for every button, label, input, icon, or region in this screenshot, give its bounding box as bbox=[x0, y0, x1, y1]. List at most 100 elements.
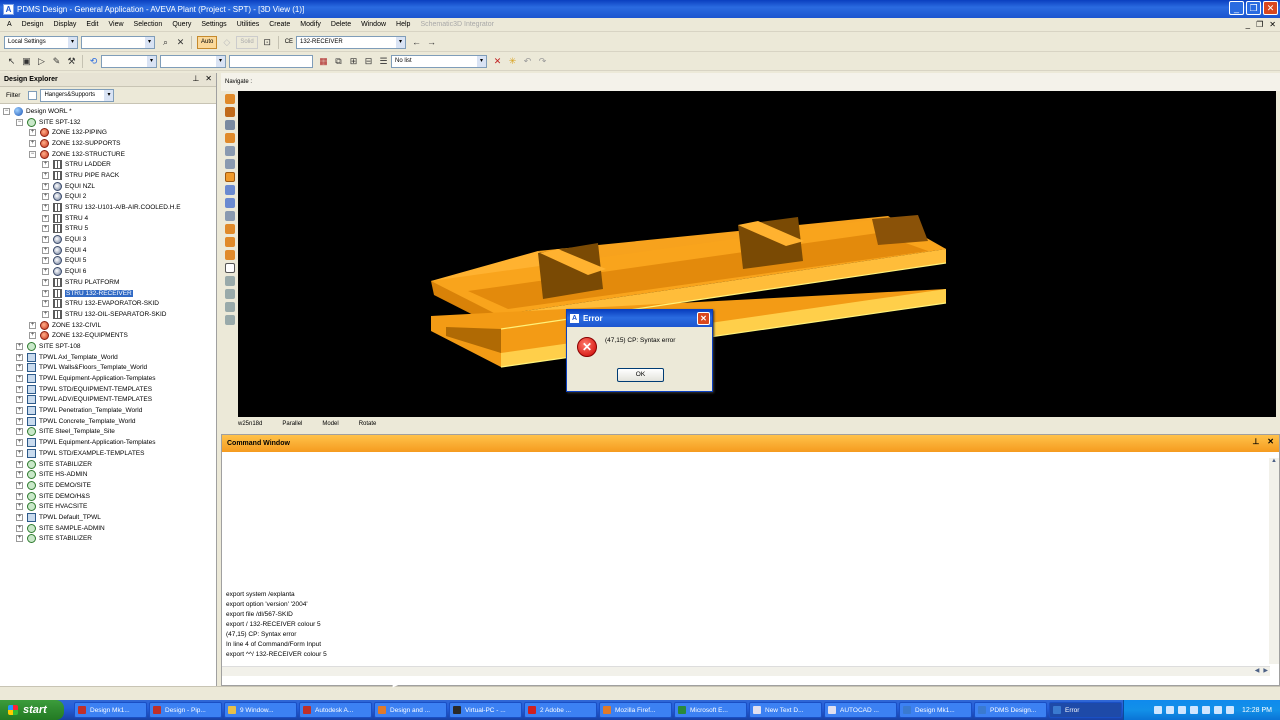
tray-icon[interactable] bbox=[1154, 706, 1163, 714]
expand-toggle-icon[interactable]: + bbox=[42, 289, 49, 297]
tree-node[interactable]: + ZONE 132-SUPPORTS bbox=[0, 138, 216, 149]
auto-toggle[interactable]: Auto bbox=[197, 35, 218, 49]
tree-node[interactable]: + SITE SPT-108 bbox=[0, 341, 216, 352]
menu-selection[interactable]: Selection bbox=[129, 21, 168, 28]
zoom-fit-icon[interactable]: ⊟ bbox=[362, 55, 375, 68]
view-tool-icon[interactable] bbox=[225, 120, 235, 130]
tree-node[interactable]: + EQUI 2 bbox=[0, 192, 216, 203]
expand-toggle-icon[interactable]: − bbox=[16, 118, 23, 126]
taskbar-button[interactable]: AUTOCAD ... bbox=[824, 702, 897, 718]
tree-node[interactable]: + TPWL Walls&Floors_Template_World bbox=[0, 363, 216, 374]
tree-node[interactable]: + TPWL Axl_Template_World bbox=[0, 352, 216, 363]
menu-edit[interactable]: Edit bbox=[81, 21, 103, 28]
tree-node[interactable]: − Design WORL * bbox=[0, 106, 216, 117]
view-tool-icon[interactable] bbox=[225, 211, 235, 221]
expand-toggle-icon[interactable]: + bbox=[42, 246, 49, 254]
redo-icon[interactable]: ↷ bbox=[536, 55, 549, 68]
menu-design[interactable]: Design bbox=[17, 21, 49, 28]
tree-node[interactable]: + SITE HS-ADMIN bbox=[0, 469, 216, 480]
forward-arrow-icon[interactable]: → bbox=[425, 36, 438, 49]
view-tool-icon[interactable] bbox=[225, 302, 235, 312]
expand-toggle-icon[interactable]: + bbox=[42, 278, 49, 286]
expand-toggle-icon[interactable]: + bbox=[16, 353, 23, 361]
tree-node-label[interactable]: ZONE 132-CIVIL bbox=[52, 322, 101, 329]
expand-toggle-icon[interactable]: + bbox=[29, 332, 36, 340]
mdi-minimize-icon[interactable]: _ bbox=[1246, 20, 1250, 29]
taskbar-button[interactable]: Design and ... bbox=[374, 702, 447, 718]
start-button[interactable]: start bbox=[0, 700, 64, 720]
expand-toggle-icon[interactable]: + bbox=[42, 193, 49, 201]
tree-node[interactable]: + STRU 132-OIL-SEPARATOR-SKID bbox=[0, 309, 216, 320]
view-tool-icon[interactable] bbox=[225, 276, 235, 286]
taskbar-button[interactable]: Microsoft E... bbox=[674, 702, 747, 718]
zoom-window-icon[interactable]: ⊞ bbox=[347, 55, 360, 68]
scroll-up-icon[interactable]: ▲ bbox=[1269, 458, 1279, 468]
command-horizontal-scrollbar[interactable]: ◀ ▶ bbox=[222, 666, 1270, 676]
tree-node-label[interactable]: EQUI NZL bbox=[65, 183, 95, 190]
tree-node-label[interactable]: STRU 132-U101-A/B-AIR.COOLED.H.E bbox=[65, 204, 181, 211]
tray-icon[interactable] bbox=[1202, 706, 1211, 714]
tree-node[interactable]: + ZONE 132-PIPING bbox=[0, 127, 216, 138]
expand-toggle-icon[interactable]: + bbox=[42, 268, 49, 276]
taskbar-button[interactable]: Autodesk A... bbox=[299, 702, 372, 718]
tree-node[interactable]: + TPWL Penetration_Template_World bbox=[0, 405, 216, 416]
tree-node-label[interactable]: STRU 132-EVAPORATOR-SKID bbox=[65, 300, 159, 307]
tree-node-label[interactable]: SITE Steel_Template_Site bbox=[39, 428, 115, 435]
tree-node[interactable]: + ZONE 132-CIVIL bbox=[0, 320, 216, 331]
tree-node[interactable]: + EQUI 3 bbox=[0, 234, 216, 245]
tree-node[interactable]: + SITE STABILIZER bbox=[0, 459, 216, 470]
expand-toggle-icon[interactable]: + bbox=[42, 171, 49, 179]
tree-node[interactable]: + TPWL Equipment-Application-Templates bbox=[0, 373, 216, 384]
expand-toggle-icon[interactable]: + bbox=[16, 460, 23, 468]
tree-node-label[interactable]: ZONE 132-PIPING bbox=[52, 129, 107, 136]
dialog-close-button[interactable]: ✕ bbox=[697, 312, 710, 325]
tree-node-label[interactable]: Design WORL * bbox=[26, 108, 72, 115]
expand-toggle-icon[interactable]: + bbox=[29, 321, 36, 329]
menu-window[interactable]: Window bbox=[356, 21, 391, 28]
tree-node-label[interactable]: TPWL Axl_Template_World bbox=[39, 354, 118, 361]
3d-viewport[interactable] bbox=[238, 91, 1276, 417]
chevron-down-icon[interactable]: ▾ bbox=[477, 55, 486, 67]
app-icon[interactable]: A bbox=[3, 3, 14, 15]
expand-toggle-icon[interactable]: + bbox=[16, 535, 23, 543]
list-combo[interactable]: No list ▾ bbox=[391, 54, 487, 68]
view-tool-icon[interactable] bbox=[225, 250, 235, 260]
tree-node-label[interactable]: EQUI 2 bbox=[65, 193, 86, 200]
expand-toggle-icon[interactable]: + bbox=[16, 385, 23, 393]
tree-node[interactable]: + SITE Steel_Template_Site bbox=[0, 427, 216, 438]
view-tool-icon[interactable] bbox=[225, 289, 235, 299]
expand-toggle-icon[interactable]: + bbox=[16, 513, 23, 521]
taskbar-button[interactable]: Error bbox=[1049, 702, 1122, 718]
tree-node-label[interactable]: EQUI 3 bbox=[65, 236, 86, 243]
expand-toggle-icon[interactable]: + bbox=[16, 407, 23, 415]
view-combo-2[interactable]: ▾ bbox=[160, 54, 226, 68]
tree-node-label[interactable]: STRU LADDER bbox=[65, 161, 111, 168]
chevron-down-icon[interactable]: ▾ bbox=[68, 36, 77, 48]
tree-node-label[interactable]: STRU 5 bbox=[65, 225, 88, 232]
menu-create[interactable]: Create bbox=[264, 21, 295, 28]
view-tool-icon[interactable] bbox=[225, 172, 235, 182]
tree-node-label[interactable]: SITE SPT-132 bbox=[39, 119, 81, 126]
expand-toggle-icon[interactable]: + bbox=[16, 375, 23, 383]
expand-toggle-icon[interactable]: + bbox=[42, 225, 49, 233]
view-tool-icon[interactable] bbox=[225, 107, 235, 117]
element-type-combo[interactable]: ▾ bbox=[81, 35, 155, 49]
tree-node-label[interactable]: SITE STABILIZER bbox=[39, 461, 92, 468]
filter-combo[interactable]: Hangers&Supports ▾ bbox=[40, 88, 115, 102]
back-arrow-icon[interactable]: ← bbox=[410, 36, 423, 49]
view-tool-icon[interactable] bbox=[225, 237, 235, 247]
tree-node[interactable]: + TPWL Concrete_Template_World bbox=[0, 416, 216, 427]
tree-node[interactable]: + TPWL ADV/EQUIPMENT-TEMPLATES bbox=[0, 395, 216, 406]
view-tool-icon[interactable] bbox=[225, 263, 235, 273]
tree-node[interactable]: + SITE HVACSITE bbox=[0, 501, 216, 512]
error-dialog-titlebar[interactable]: A Error ✕ bbox=[567, 310, 712, 327]
star-icon[interactable]: ✳ bbox=[506, 55, 519, 68]
lock-icon[interactable]: ⊡ bbox=[261, 36, 274, 49]
expand-toggle-icon[interactable]: + bbox=[16, 524, 23, 532]
expand-toggle-icon[interactable]: + bbox=[42, 204, 49, 212]
tray-icon[interactable] bbox=[1190, 706, 1199, 714]
expand-toggle-icon[interactable]: + bbox=[42, 236, 49, 244]
expand-toggle-icon[interactable]: + bbox=[42, 182, 49, 190]
tree-node-label[interactable]: ZONE 132-SUPPORTS bbox=[52, 140, 121, 147]
tree-node-label[interactable]: SITE SPT-108 bbox=[39, 343, 81, 350]
